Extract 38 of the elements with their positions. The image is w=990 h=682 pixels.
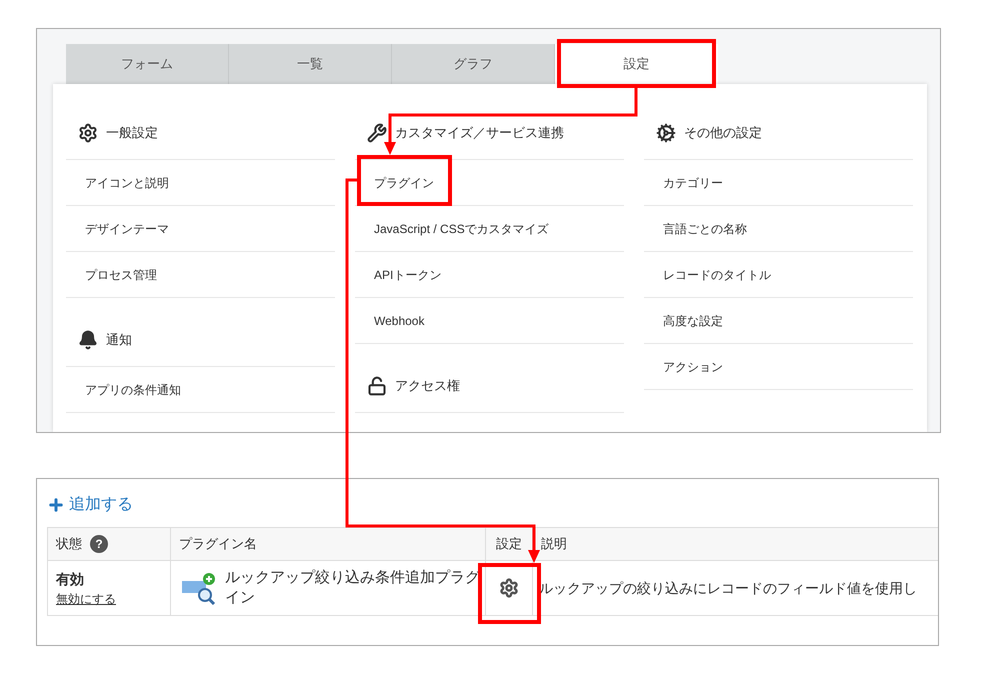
tab[interactable]: グラフ: [392, 44, 555, 84]
settings-icon[interactable]: [499, 578, 519, 598]
tab[interactable]: 一覧: [229, 44, 392, 84]
settings-link[interactable]: デザインテーマ: [85, 220, 169, 238]
plugin-icon: [181, 571, 217, 605]
settings-link[interactable]: アイコンと説明: [85, 174, 169, 192]
disable-link[interactable]: 無効にする: [56, 590, 116, 608]
settings-link[interactable]: カテゴリー: [663, 174, 723, 192]
cogs-icon: [656, 122, 676, 142]
tab[interactable]: フォーム: [66, 44, 229, 84]
gear-icon: [78, 122, 98, 142]
padlock-icon: [367, 376, 387, 396]
plus-icon: [47, 496, 65, 514]
column-header: 説明: [540, 535, 568, 554]
section-title: 一般設定: [106, 124, 158, 142]
status-text: 有効: [56, 570, 85, 588]
settings-link[interactable]: JavaScript / CSSでカスタマイズ: [374, 220, 549, 238]
section-title: その他の設定: [684, 124, 762, 142]
settings-link[interactable]: レコードのタイトル: [663, 266, 771, 284]
settings-link[interactable]: プロセス管理: [85, 266, 157, 284]
section-title: 通知: [106, 330, 132, 349]
settings-link[interactable]: 高度な設定: [663, 312, 723, 330]
highlight-frame: [478, 563, 541, 624]
column-header: プラグイン名: [171, 528, 486, 560]
settings-link[interactable]: 言語ごとの名称: [663, 220, 747, 238]
settings-link[interactable]: アプリの条件通知: [85, 380, 181, 398]
add-link[interactable]: 追加する: [47, 493, 133, 517]
wrench-icon: [367, 122, 387, 142]
help-icon[interactable]: ?: [90, 535, 108, 553]
settings-link[interactable]: アクション: [663, 358, 723, 376]
settings-link[interactable]: プラグイン: [374, 174, 434, 192]
section-title: アクセス権: [395, 376, 460, 395]
settings-link[interactable]: APIトークン: [374, 266, 442, 284]
bell-icon: [78, 330, 98, 350]
section-title: カスタマイズ／サービス連携: [395, 124, 564, 142]
settings-link[interactable]: Webhook: [374, 312, 424, 330]
column-header: 状態: [56, 535, 82, 554]
tab[interactable]: 設定: [555, 44, 718, 84]
